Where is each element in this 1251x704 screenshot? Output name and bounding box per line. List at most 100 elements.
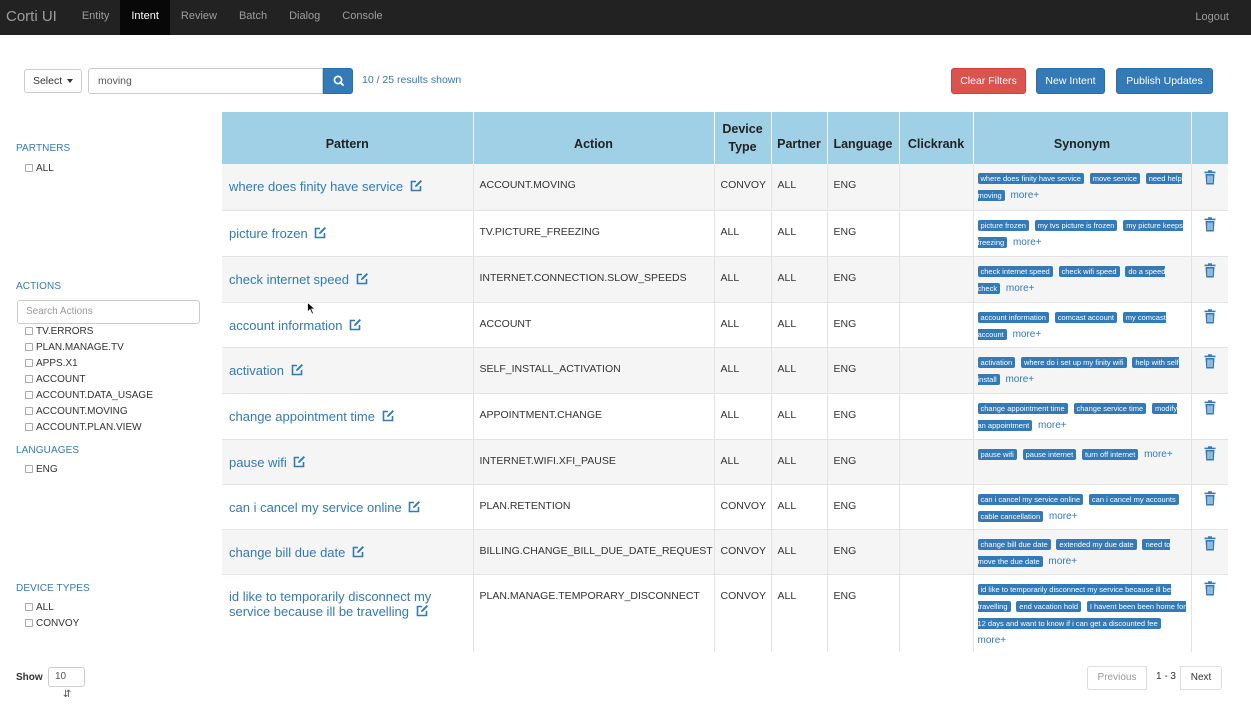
checkbox[interactable] [25, 164, 33, 172]
synonym-tags: activation where do i set up my finity w… [977, 354, 1187, 388]
trash-icon[interactable] [1204, 353, 1216, 369]
col-header-pattern[interactable]: Pattern [222, 112, 474, 164]
action-filter-item[interactable]: APPS.X1 [25, 356, 153, 372]
more-synonyms-link[interactable]: more+ [1006, 283, 1035, 294]
checkbox[interactable] [25, 423, 33, 431]
trash-icon[interactable] [1204, 399, 1216, 415]
pattern-link[interactable]: activation [229, 363, 284, 378]
new-intent-button[interactable]: New Intent [1036, 68, 1105, 94]
nav-batch[interactable]: Batch [228, 0, 278, 35]
pattern-link[interactable]: picture frozen [229, 226, 308, 241]
nav-intent[interactable]: Intent [120, 0, 170, 35]
checkbox[interactable] [25, 391, 33, 399]
edit-icon[interactable] [415, 604, 429, 618]
more-synonyms-link[interactable]: more+ [1005, 374, 1034, 385]
checkbox[interactable] [25, 619, 33, 627]
partner-filter-all[interactable]: ALL [25, 161, 54, 177]
logout-link[interactable]: Logout [1195, 1, 1251, 34]
pattern-link[interactable]: change bill due date [229, 545, 345, 560]
publish-updates-button[interactable]: Publish Updates [1116, 68, 1213, 94]
brand-logo[interactable]: Corti UI [0, 0, 71, 35]
cell-clickrank [899, 164, 974, 211]
more-synonyms-link[interactable]: more+ [1048, 556, 1077, 567]
col-header-synonym[interactable]: Synonym [973, 112, 1192, 164]
edit-icon[interactable] [351, 545, 365, 559]
device-filter-convoy[interactable]: CONVOY [25, 616, 79, 632]
trash-icon[interactable] [1204, 262, 1216, 278]
action-filter-item[interactable]: PLAN.MANAGE.TV [25, 340, 153, 356]
edit-icon[interactable] [381, 409, 395, 423]
nav-dialog[interactable]: Dialog [278, 0, 331, 35]
pattern-link[interactable]: check internet speed [229, 272, 349, 287]
col-header-device-type[interactable]: Device Type [714, 112, 772, 164]
checkbox[interactable] [25, 465, 33, 473]
trash-icon[interactable] [1204, 490, 1216, 506]
action-filter-item[interactable]: ACCOUNT [25, 372, 153, 388]
previous-page-button[interactable]: Previous [1087, 666, 1147, 690]
more-synonyms-link[interactable]: more+ [1049, 511, 1078, 522]
trash-icon[interactable] [1204, 535, 1216, 551]
action-filter-item[interactable]: ACCOUNT.MOVING [25, 404, 153, 420]
nav-console[interactable]: Console [331, 0, 393, 35]
pattern-link[interactable]: pause wifi [229, 455, 287, 470]
more-synonyms-link[interactable]: more+ [1013, 329, 1042, 340]
more-synonyms-link[interactable]: more+ [1013, 237, 1042, 248]
action-filter-item[interactable]: TV.ERRORS [25, 324, 153, 340]
table-row: id like to temporarily disconnect my ser… [222, 574, 1228, 652]
page-size-select[interactable]: 10 ⇵ [48, 667, 85, 700]
edit-icon[interactable] [407, 500, 421, 514]
search-actions-input[interactable]: Search Actions [17, 300, 200, 324]
trash-icon[interactable] [1204, 170, 1216, 185]
trash-icon[interactable] [1204, 445, 1216, 461]
next-page-button[interactable]: Next [1180, 666, 1222, 690]
checkbox[interactable] [25, 343, 33, 351]
more-synonyms-link[interactable]: more+ [1038, 420, 1067, 431]
cell-action-text: PLAN.MANAGE.TEMPORARY_DISCONNECT [479, 589, 700, 602]
cell-partner: ALL [771, 393, 828, 440]
trash-icon[interactable] [1204, 216, 1216, 232]
nav-entity[interactable]: Entity [71, 0, 121, 35]
col-header-clickrank[interactable]: Clickrank [899, 112, 974, 164]
pattern-link[interactable]: can i cancel my service online [229, 500, 402, 515]
checkbox[interactable] [25, 327, 33, 335]
edit-icon[interactable] [355, 272, 369, 286]
cell-clickrank [899, 302, 974, 348]
search-button[interactable] [323, 68, 353, 94]
action-filter-item[interactable]: ACCOUNT.DATA_USAGE [25, 388, 153, 404]
pattern-link[interactable]: change appointment time [229, 409, 375, 424]
pattern-link[interactable]: id like to temporarily disconnect my ser… [229, 589, 431, 619]
pattern-link[interactable]: account information [229, 318, 342, 333]
pattern-link[interactable]: where does finity have service [229, 179, 403, 194]
checkbox[interactable] [25, 407, 33, 415]
trash-icon[interactable] [1204, 308, 1216, 324]
more-synonyms-link[interactable]: more+ [1010, 190, 1039, 201]
more-synonyms-link[interactable]: more+ [978, 635, 1007, 646]
col-header-language[interactable]: Language [827, 112, 900, 164]
edit-icon[interactable] [290, 363, 304, 377]
cell-language-text: ENG [833, 454, 857, 467]
select-dropdown[interactable]: Select [24, 69, 82, 93]
nav-review[interactable]: Review [170, 0, 228, 35]
table-row: activation SELF_INSTALL_ACTIVATION ALL ALL… [222, 347, 1228, 394]
language-filter-eng[interactable]: ENG [25, 462, 58, 478]
checkbox[interactable] [25, 375, 33, 383]
edit-icon[interactable] [292, 455, 306, 469]
cell-device-type: ALL [714, 256, 772, 303]
trash-icon[interactable] [1204, 580, 1216, 596]
checkbox[interactable] [25, 603, 33, 611]
device-filter-all[interactable]: ALL [25, 600, 79, 616]
checkbox[interactable] [25, 359, 33, 367]
cell-action: PLAN.MANAGE.TEMPORARY_DISCONNECT [473, 574, 715, 652]
col-header-action[interactable]: Action [473, 112, 715, 164]
edit-icon[interactable] [409, 179, 423, 193]
col-header-partner[interactable]: Partner [771, 112, 828, 164]
results-count: 10 / 25 results shown [362, 74, 462, 86]
action-filter-item[interactable]: ACCOUNT.PLAN.VIEW [25, 420, 153, 436]
edit-icon[interactable] [313, 226, 327, 240]
cell-device-type-text: ALL [720, 362, 740, 375]
edit-icon[interactable] [348, 318, 362, 332]
cell-language: ENG [827, 347, 900, 394]
more-synonyms-link[interactable]: more+ [1144, 449, 1173, 460]
search-input[interactable]: moving [88, 68, 323, 94]
clear-filters-button[interactable]: Clear Filters [951, 68, 1026, 94]
